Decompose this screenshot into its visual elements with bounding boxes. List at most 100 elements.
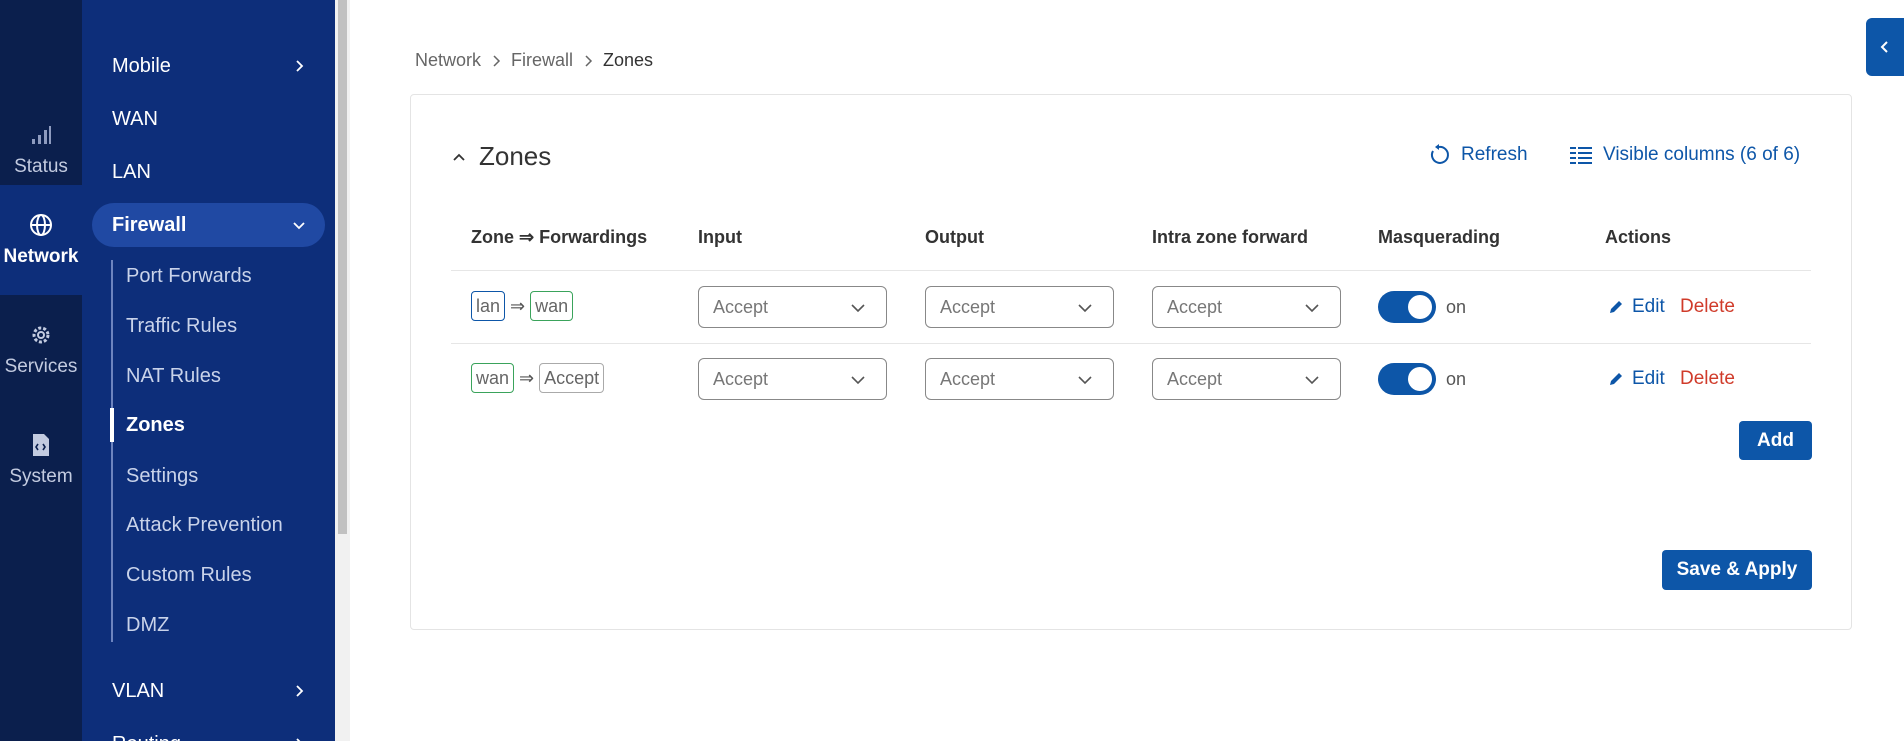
select-value: Accept: [713, 296, 769, 317]
sidebar-item-label: WAN: [112, 107, 158, 130]
rail-item-services[interactable]: Services: [0, 295, 82, 405]
sidebar-item-firewall[interactable]: Firewall: [92, 203, 325, 247]
column-header-zone: Zone ⇒ Forwardings: [471, 227, 648, 247]
chevron-down-icon: [1305, 376, 1319, 385]
submenu-label: DMZ: [126, 613, 170, 636]
columns-icon: [1569, 143, 1593, 167]
icon-rail: Status Network Services System: [0, 0, 82, 741]
row-divider: [451, 270, 1811, 271]
rail-label: Network: [3, 246, 79, 267]
pencil-icon: [1608, 371, 1624, 387]
toggle-knob: [1408, 367, 1432, 391]
submenu-label: Traffic Rules: [126, 314, 238, 337]
sidebar-subitem-custom-rules[interactable]: Custom Rules: [126, 555, 326, 595]
output-select[interactable]: Accept: [925, 358, 1114, 400]
visible-columns-button[interactable]: Visible columns (6 of 6): [1569, 143, 1800, 167]
table-row-zone: wan ⇒ Accept: [471, 363, 605, 393]
rail-item-network[interactable]: Network: [0, 185, 82, 295]
signal-bars-icon: [28, 122, 54, 148]
row-divider: [451, 343, 1811, 344]
column-header-masquerading: Masquerading: [1378, 227, 1501, 247]
sidebar-item-vlan[interactable]: VLAN: [82, 669, 335, 713]
edit-button[interactable]: Edit: [1608, 368, 1665, 390]
sidebar-subitem-port-forwards[interactable]: Port Forwards: [126, 256, 326, 296]
save-apply-button[interactable]: Save & Apply: [1662, 550, 1812, 590]
sidebar-item-mobile[interactable]: Mobile: [82, 44, 335, 88]
sidebar-subitem-attack-prevention[interactable]: Attack Prevention: [126, 505, 326, 545]
refresh-icon: [1427, 143, 1451, 167]
masquerading-toggle[interactable]: [1378, 363, 1436, 395]
sidebar-item-wan[interactable]: WAN: [82, 97, 335, 141]
forward-tag: Accept: [539, 363, 605, 393]
chevron-right-icon: [296, 60, 304, 72]
sidebar-subitem-nat-rules[interactable]: NAT Rules: [126, 356, 326, 396]
rail-item-system[interactable]: System: [0, 405, 82, 515]
card-title[interactable]: Zones: [451, 141, 551, 172]
submenu-label: Settings: [126, 464, 199, 487]
submenu-divider: [111, 260, 113, 642]
sidebar-item-label: Mobile: [112, 54, 171, 77]
column-header-intra: Intra zone forward: [1152, 227, 1309, 247]
chevron-down-icon: [1305, 304, 1319, 313]
select-value: Accept: [940, 296, 996, 317]
breadcrumb-firewall[interactable]: Firewall: [511, 50, 573, 71]
sidebar-item-label: LAN: [112, 160, 151, 183]
output-select[interactable]: Accept: [925, 286, 1114, 328]
submenu-label: NAT Rules: [126, 364, 221, 387]
column-header-actions: Actions: [1605, 227, 1672, 247]
scrollbar-thumb[interactable]: [338, 0, 347, 534]
breadcrumb: Network Firewall Zones: [415, 50, 653, 71]
table-row-zone: lan ⇒ wan: [471, 291, 574, 321]
zone-tag: wan: [471, 363, 515, 393]
breadcrumb-network[interactable]: Network: [415, 50, 481, 71]
toggle-label: on: [1446, 369, 1467, 389]
sidebar-subitem-traffic-rules[interactable]: Traffic Rules: [126, 306, 326, 346]
select-value: Accept: [1167, 368, 1223, 389]
refresh-button[interactable]: Refresh: [1427, 143, 1528, 167]
sidebar-item-routing[interactable]: Routing: [82, 722, 335, 741]
add-button[interactable]: Add: [1739, 421, 1812, 460]
sidebar-item-label: Firewall: [112, 213, 187, 236]
sidebar-subitem-settings[interactable]: Settings: [126, 456, 326, 496]
select-value: Accept: [1167, 296, 1223, 317]
gear-icon: [28, 322, 54, 348]
edit-button[interactable]: Edit: [1608, 296, 1665, 318]
column-header-input: Input: [698, 227, 742, 247]
chevron-right-icon: [491, 54, 501, 68]
submenu-label: Custom Rules: [126, 563, 252, 586]
forward-arrow: ⇒: [519, 367, 535, 388]
input-select[interactable]: Accept: [698, 286, 887, 328]
globe-icon: [28, 212, 54, 238]
pencil-icon: [1608, 299, 1624, 315]
chevron-up-icon: [451, 149, 467, 165]
chevron-down-icon: [1078, 304, 1092, 313]
zones-card: Zones Refresh Visible columns (6 of 6) Z…: [410, 94, 1852, 630]
delete-button[interactable]: Delete: [1680, 296, 1735, 318]
chevron-right-icon: [296, 738, 301, 741]
chevron-down-icon: [851, 376, 865, 385]
collapse-panel-button[interactable]: [1866, 18, 1904, 76]
delete-button[interactable]: Delete: [1680, 368, 1735, 390]
zone-tag: lan: [471, 291, 506, 321]
chevron-down-icon: [1078, 376, 1092, 385]
chevron-down-icon: [851, 304, 865, 313]
select-value: Accept: [713, 368, 769, 389]
sidebar-subitem-zones[interactable]: Zones: [126, 405, 326, 445]
toggle-label: on: [1446, 297, 1467, 317]
card-title-text: Zones: [479, 141, 552, 171]
column-header-output: Output: [925, 227, 984, 247]
masquerading-toggle[interactable]: [1378, 291, 1436, 323]
intra-zone-select[interactable]: Accept: [1152, 358, 1341, 400]
file-code-icon: [28, 432, 54, 458]
intra-zone-select[interactable]: Accept: [1152, 286, 1341, 328]
rail-label: Status: [14, 156, 68, 177]
chevron-left-icon: [1880, 41, 1888, 53]
sidebar-subitem-dmz[interactable]: DMZ: [126, 605, 326, 645]
input-select[interactable]: Accept: [698, 358, 887, 400]
sidebar-item-lan[interactable]: LAN: [82, 150, 335, 194]
sidebar: Mobile WAN LAN Firewall Port Forwards Tr…: [82, 0, 335, 741]
forward-tag: wan: [530, 291, 574, 321]
submenu-label: Port Forwards: [126, 264, 252, 287]
chevron-right-icon: [583, 54, 593, 68]
sidebar-item-label: VLAN: [112, 679, 165, 702]
